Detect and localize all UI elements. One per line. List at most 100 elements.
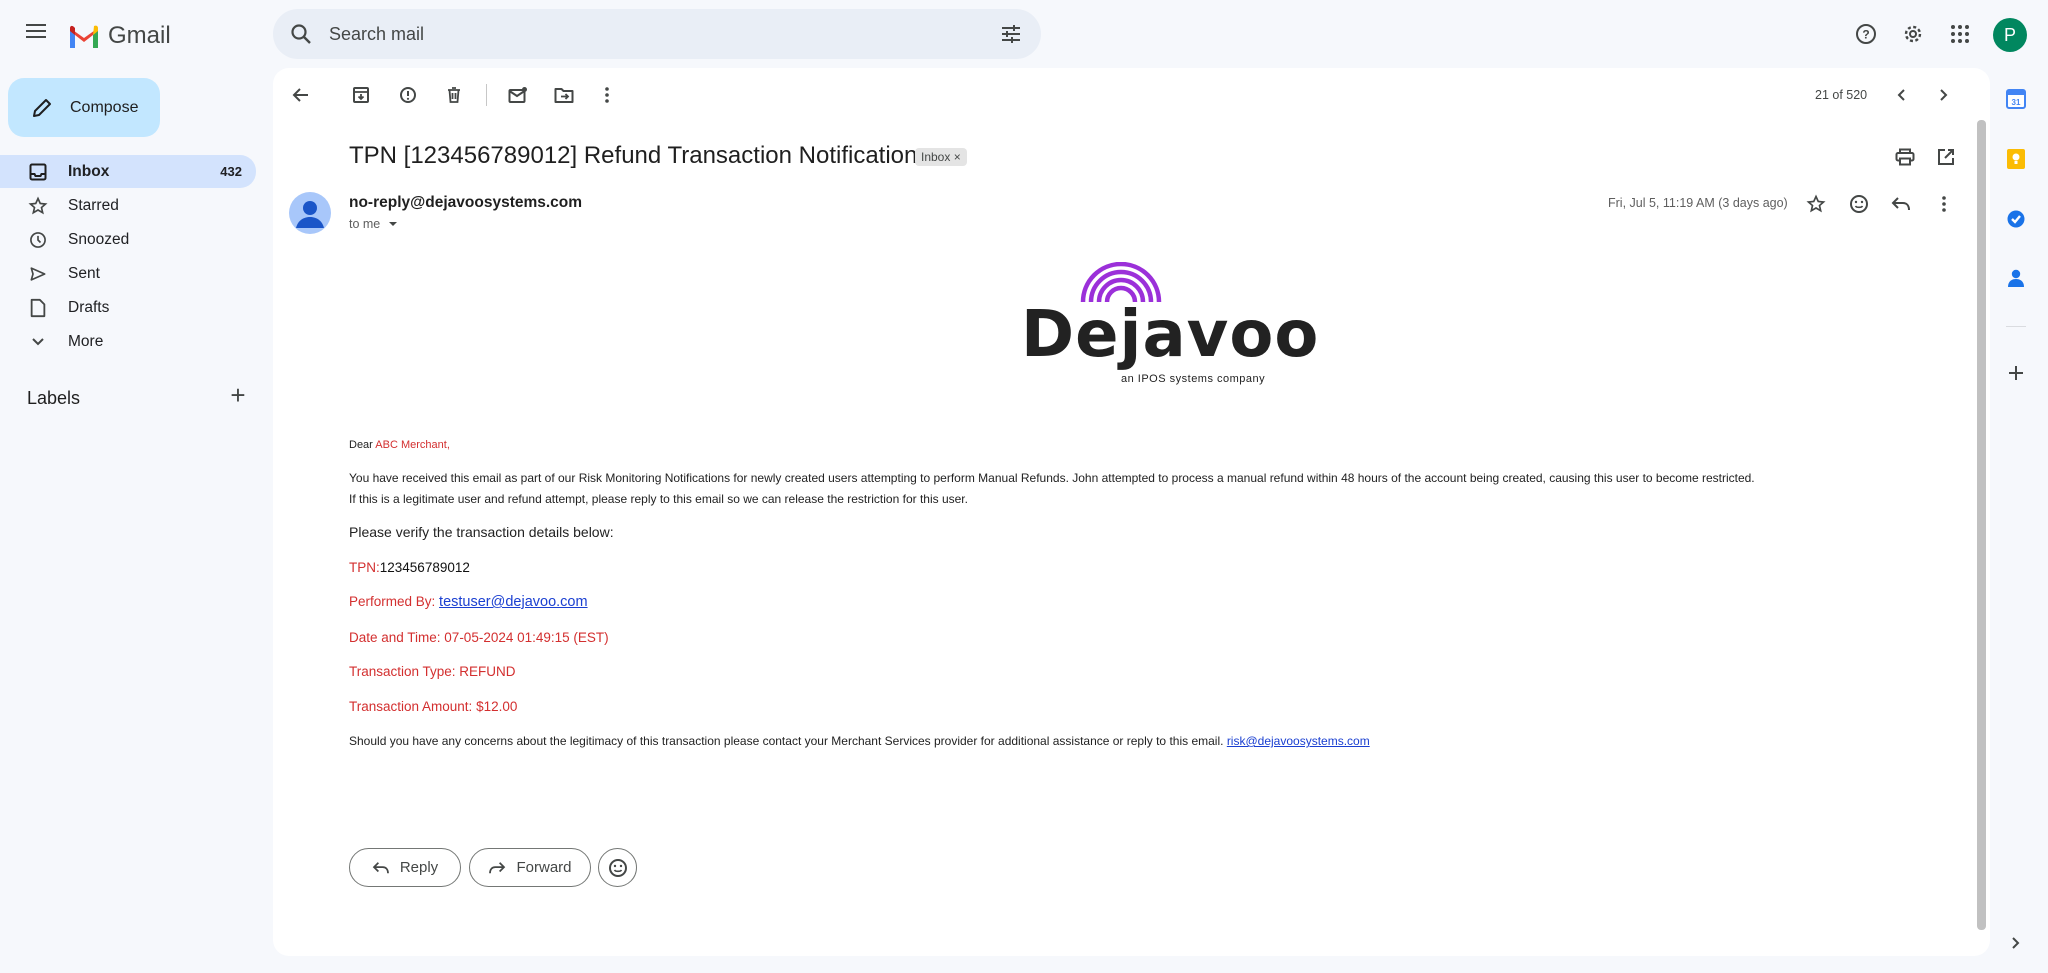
inbox-icon xyxy=(28,162,48,182)
risk-email-link[interactable]: risk@dejavoosystems.com xyxy=(1227,734,1370,748)
svg-text:?: ? xyxy=(1862,28,1869,42)
sidebar-item-label: More xyxy=(68,332,104,350)
closing-text: Should you have any concerns about the l… xyxy=(349,734,1224,748)
message-more-icon[interactable] xyxy=(1933,193,1955,215)
back-arrow-icon[interactable] xyxy=(290,84,312,106)
chevron-down-icon xyxy=(28,332,48,352)
settings-gear-icon[interactable] xyxy=(1900,21,1926,47)
email-subject: TPN [123456789012] Refund Transaction No… xyxy=(349,142,918,169)
greeting-prefix: Dear xyxy=(349,439,376,451)
email-date: Fri, Jul 5, 11:19 AM (3 days ago) xyxy=(1608,196,1788,210)
sender-avatar[interactable] xyxy=(289,192,331,234)
calendar-icon[interactable]: 31 xyxy=(2005,88,2027,110)
verify-instruction: Please verify the transaction details be… xyxy=(349,524,614,540)
sidebar-item-drafts[interactable]: Drafts xyxy=(0,291,256,324)
scrollbar-thumb[interactable] xyxy=(1977,120,1986,930)
expand-side-panel-chevron-icon[interactable] xyxy=(2005,932,2027,954)
search-bar[interactable] xyxy=(273,9,1041,59)
tasks-icon[interactable] xyxy=(2005,208,2027,230)
svg-text:31: 31 xyxy=(2012,98,2021,107)
greeting: Dear ABC Merchant, xyxy=(349,439,450,451)
send-icon xyxy=(28,264,48,284)
sidebar-item-sent[interactable]: Sent xyxy=(0,257,256,290)
sidebar-item-label: Inbox xyxy=(68,162,110,180)
pencil-icon xyxy=(33,98,51,117)
help-icon[interactable]: ? xyxy=(1853,21,1879,47)
move-to-folder-icon[interactable] xyxy=(553,84,575,106)
tpn-row: TPN:123456789012 xyxy=(349,560,470,575)
delete-trash-icon[interactable] xyxy=(443,84,465,106)
sidebar-item-label: Drafts xyxy=(68,298,110,316)
smiley-icon xyxy=(608,858,627,877)
print-icon[interactable] xyxy=(1894,146,1916,168)
star-icon[interactable] xyxy=(1805,193,1827,215)
toolbar-divider xyxy=(486,84,487,106)
sender-email[interactable]: no-reply@dejavoosystems.com xyxy=(349,194,582,212)
inbox-label-chip[interactable]: Inbox × xyxy=(915,148,967,166)
recipient-details[interactable]: to me xyxy=(349,217,398,231)
sidebar-item-label: Snoozed xyxy=(68,230,130,248)
reply-arrow-icon[interactable] xyxy=(1890,193,1912,215)
search-input[interactable] xyxy=(327,22,971,46)
reply-button[interactable]: Reply xyxy=(349,848,461,887)
body-paragraph-2: If this is a legitimate user and refund … xyxy=(349,492,968,506)
tpn-label: TPN: xyxy=(349,560,380,575)
labels-heading: Labels xyxy=(27,388,81,408)
more-options-icon[interactable] xyxy=(596,84,618,106)
sidebar-item-label: Starred xyxy=(68,196,119,214)
side-panel-divider xyxy=(2006,326,2026,327)
report-spam-icon[interactable] xyxy=(397,84,419,106)
mark-unread-icon[interactable] xyxy=(507,84,529,106)
closing-paragraph: Should you have any concerns about the l… xyxy=(349,734,1370,748)
emoji-reaction-button[interactable] xyxy=(598,848,637,887)
gmail-m-icon xyxy=(70,25,98,48)
pagination-count: 21 of 520 xyxy=(1815,88,1868,102)
emoji-react-icon[interactable] xyxy=(1848,193,1870,215)
compose-label: Compose xyxy=(70,98,139,116)
tpn-value: 123456789012 xyxy=(379,560,470,575)
star-icon xyxy=(28,195,48,216)
reply-label: Reply xyxy=(399,859,439,876)
sidebar-item-label: Sent xyxy=(68,264,100,282)
merchant-name: ABC Merchant, xyxy=(375,439,450,451)
dejavoo-logo: Dejavoo an IPOS systems company xyxy=(1021,261,1320,385)
caret-down-icon xyxy=(388,222,397,226)
open-new-window-icon[interactable] xyxy=(1935,146,1957,168)
contacts-icon[interactable] xyxy=(2005,267,2027,289)
reply-arrow-icon xyxy=(372,861,389,873)
account-avatar[interactable]: P xyxy=(1993,18,2027,52)
sidebar-item-inbox[interactable]: Inbox 432 xyxy=(0,155,256,188)
newer-chevron-left-icon[interactable] xyxy=(1890,84,1912,106)
performed-by-row: Performed By: testuser@dejavoo.com xyxy=(349,594,588,610)
email-reading-pane: 21 of 520 TPN [123456789012] Refund Tran… xyxy=(273,68,1990,956)
body-paragraph-1: You have received this email as part of … xyxy=(349,471,1755,485)
performed-by-email-link[interactable]: testuser@dejavoo.com xyxy=(439,594,588,610)
gmail-wordmark: Gmail xyxy=(108,22,171,49)
performed-by-label: Performed By: xyxy=(349,594,436,609)
inbox-count: 432 xyxy=(220,164,242,179)
add-addon-plus-icon[interactable] xyxy=(2005,362,2027,384)
main-menu-button[interactable] xyxy=(22,20,50,48)
archive-icon[interactable] xyxy=(350,84,372,106)
date-time-row: Date and Time: 07-05-2024 01:49:15 (EST) xyxy=(349,630,609,645)
logo-brand-text: Dejavoo xyxy=(1021,298,1320,372)
older-chevron-right-icon[interactable] xyxy=(1933,84,1955,106)
sidebar-item-starred[interactable]: Starred xyxy=(0,189,256,222)
sidebar-item-snoozed[interactable]: Snoozed xyxy=(0,223,256,256)
add-label-button[interactable]: + xyxy=(227,382,249,408)
recipient-label: to me xyxy=(349,217,381,231)
transaction-type-row: Transaction Type: REFUND xyxy=(349,664,516,679)
search-options-icon[interactable] xyxy=(999,22,1023,46)
forward-label: Forward xyxy=(516,859,572,876)
logo-tagline: an IPOS systems company xyxy=(1121,373,1266,385)
compose-button[interactable]: Compose xyxy=(8,78,160,137)
forward-button[interactable]: Forward xyxy=(469,848,591,887)
search-icon[interactable] xyxy=(289,22,313,46)
apps-grid-icon[interactable] xyxy=(1947,21,1973,47)
draft-file-icon xyxy=(28,298,48,318)
clock-icon xyxy=(28,230,48,250)
transaction-amount-row: Transaction Amount: $12.00 xyxy=(349,699,518,714)
gmail-logo[interactable]: Gmail xyxy=(68,20,171,52)
sidebar-item-more[interactable]: More xyxy=(0,325,256,358)
keep-notes-icon[interactable] xyxy=(2005,148,2027,170)
